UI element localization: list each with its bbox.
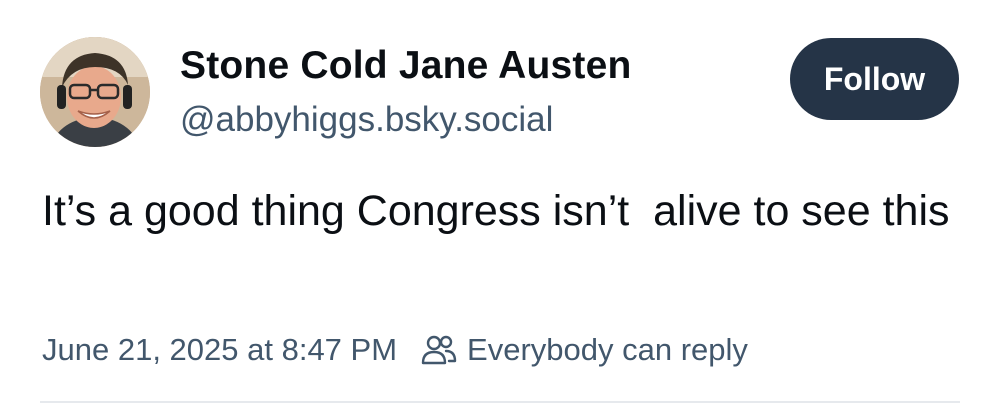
- follow-button[interactable]: Follow: [790, 38, 959, 120]
- people-icon: [421, 335, 457, 365]
- avatar-photo: [40, 37, 150, 147]
- avatar[interactable]: [40, 37, 150, 147]
- post-meta: June 21, 2025 at 8:47 PM Everybody can r…: [42, 330, 748, 370]
- reply-setting-label[interactable]: Everybody can reply: [467, 332, 748, 368]
- author-display-name[interactable]: Stone Cold Jane Austen: [180, 44, 632, 88]
- post-text: It’s a good thing Congress isn’t alive t…: [42, 187, 950, 235]
- author-handle[interactable]: @abbyhiggs.bsky.social: [180, 100, 553, 140]
- divider: [40, 401, 960, 403]
- post-card: Stone Cold Jane Austen @abbyhiggs.bsky.s…: [0, 0, 1000, 405]
- post-timestamp[interactable]: June 21, 2025 at 8:47 PM: [42, 332, 397, 368]
